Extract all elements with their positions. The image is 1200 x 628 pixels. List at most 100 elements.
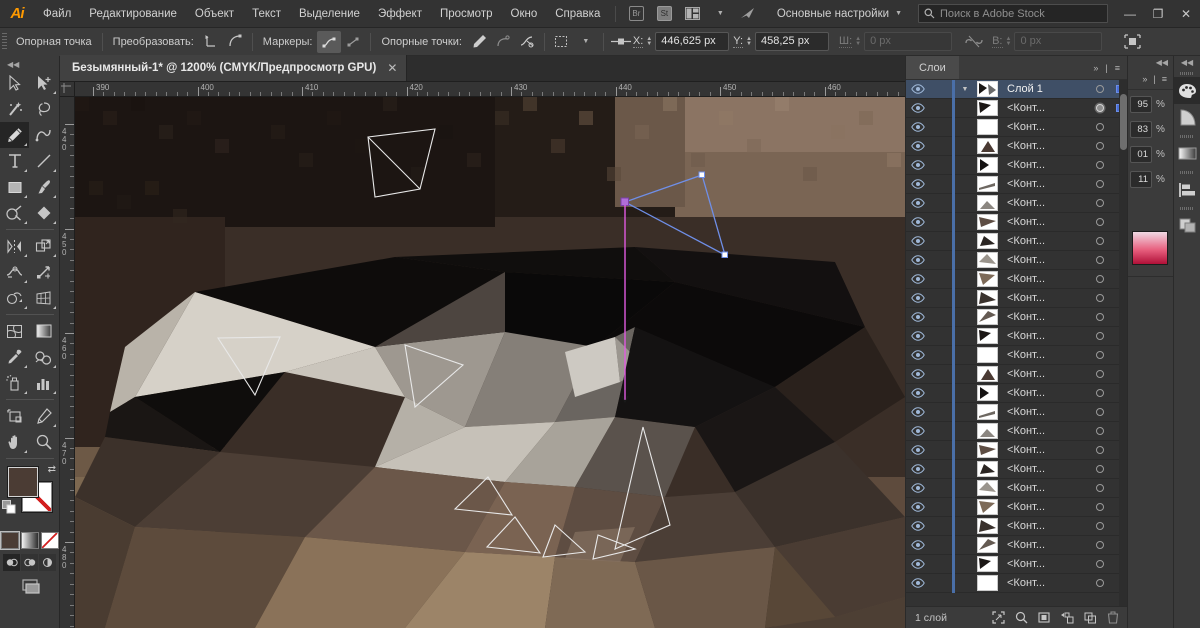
shaper-tool[interactable] bbox=[0, 200, 29, 226]
layer-row[interactable]: <Конт... bbox=[906, 364, 1128, 384]
width-tool[interactable] bbox=[0, 259, 29, 285]
hand-tool[interactable] bbox=[0, 429, 29, 455]
make-clipping-mask-button[interactable] bbox=[1033, 608, 1055, 628]
lasso-tool[interactable] bbox=[29, 96, 58, 122]
layer-row[interactable]: <Конт... bbox=[906, 98, 1128, 118]
close-icon[interactable]: ✕ bbox=[387, 62, 397, 74]
toolbar-collapse-icon[interactable]: ◀◀ bbox=[0, 58, 59, 70]
lock-toggle[interactable] bbox=[930, 175, 952, 194]
layer-row[interactable]: <Конт... bbox=[906, 478, 1128, 498]
gradient-swatch-button[interactable] bbox=[20, 532, 39, 549]
gradient-panel-icon[interactable] bbox=[1174, 140, 1200, 167]
selection-tool[interactable] bbox=[0, 70, 29, 96]
canvas-area[interactable]: 390 400 410 420 430 440 450 460 440 450 460 470 480 bbox=[60, 82, 905, 628]
menu-file[interactable]: Файл bbox=[34, 0, 80, 28]
target-indicator[interactable] bbox=[1088, 308, 1112, 327]
transform-each-icon[interactable] bbox=[1120, 31, 1144, 53]
visibility-eye-icon[interactable] bbox=[906, 441, 930, 460]
convert-to-corner-button[interactable] bbox=[199, 31, 223, 53]
lock-toggle[interactable] bbox=[930, 232, 952, 251]
layer-row[interactable]: <Конт... bbox=[906, 136, 1128, 156]
height-input[interactable]: 0 px bbox=[1014, 32, 1103, 51]
delete-selection-button[interactable] bbox=[1102, 608, 1124, 628]
swap-fill-stroke-icon[interactable]: ⇄ bbox=[48, 464, 56, 475]
visibility-eye-icon[interactable] bbox=[906, 308, 930, 327]
visibility-eye-icon[interactable] bbox=[906, 574, 930, 593]
direct-selection-tool[interactable] bbox=[29, 70, 58, 96]
visibility-eye-icon[interactable] bbox=[906, 213, 930, 232]
visibility-eye-icon[interactable] bbox=[906, 270, 930, 289]
height-stepper[interactable]: ▲ ▼ bbox=[1006, 36, 1012, 47]
visibility-eye-icon[interactable] bbox=[906, 175, 930, 194]
visibility-eye-icon[interactable] bbox=[906, 289, 930, 308]
target-indicator[interactable] bbox=[1088, 137, 1112, 156]
pen-tool[interactable] bbox=[0, 122, 29, 148]
options-bar-grip[interactable] bbox=[2, 32, 7, 51]
layer-row[interactable]: <Конт... bbox=[906, 383, 1128, 403]
lock-toggle[interactable] bbox=[930, 460, 952, 479]
lock-toggle[interactable] bbox=[930, 289, 952, 308]
color-value-row[interactable]: 95 % bbox=[1128, 93, 1173, 115]
symbol-sprayer-tool[interactable] bbox=[0, 370, 29, 396]
rotate-tool[interactable] bbox=[0, 233, 29, 259]
target-indicator[interactable] bbox=[1088, 441, 1112, 460]
target-indicator[interactable] bbox=[1088, 384, 1112, 403]
stock-search-input[interactable]: Поиск в Adobe Stock bbox=[918, 4, 1108, 23]
gradient-tool[interactable] bbox=[29, 318, 58, 344]
pathfinder-panel-icon[interactable] bbox=[1174, 212, 1200, 239]
visibility-eye-icon[interactable] bbox=[906, 232, 930, 251]
draw-behind-button[interactable] bbox=[21, 554, 38, 571]
visibility-eye-icon[interactable] bbox=[906, 80, 930, 99]
show-handles-button[interactable] bbox=[317, 30, 342, 53]
menu-edit[interactable]: Редактирование bbox=[80, 0, 186, 28]
color-spectrum-swatch[interactable] bbox=[1132, 231, 1168, 265]
layer-row[interactable]: <Конт... bbox=[906, 307, 1128, 327]
mesh-tool[interactable] bbox=[0, 318, 29, 344]
layer-row[interactable]: <Конт... bbox=[906, 269, 1128, 289]
visibility-eye-icon[interactable] bbox=[906, 118, 930, 137]
draw-inside-button[interactable] bbox=[39, 554, 56, 571]
layer-row[interactable]: <Конт... bbox=[906, 535, 1128, 555]
chevron-down-icon[interactable]: ▼ bbox=[955, 80, 975, 99]
lock-toggle[interactable] bbox=[930, 194, 952, 213]
document-tab[interactable]: Безымянный-1* @ 1200% (CMYK/Предпросмотр… bbox=[60, 55, 408, 81]
search-layers-button[interactable] bbox=[1010, 608, 1032, 628]
lock-toggle[interactable] bbox=[930, 403, 952, 422]
low-poly-eye-illustration[interactable] bbox=[75, 97, 905, 628]
layer-row[interactable]: <Конт... bbox=[906, 193, 1128, 213]
lock-toggle[interactable] bbox=[930, 308, 952, 327]
layer-row[interactable]: <Конт... bbox=[906, 554, 1128, 574]
target-indicator[interactable] bbox=[1088, 460, 1112, 479]
behance-icon[interactable] bbox=[736, 4, 760, 24]
visibility-eye-icon[interactable] bbox=[906, 536, 930, 555]
target-indicator[interactable] bbox=[1088, 289, 1112, 308]
height-field[interactable]: В: ▲ ▼ 0 px bbox=[992, 32, 1103, 51]
visibility-eye-icon[interactable] bbox=[906, 555, 930, 574]
layer-row[interactable]: <Конт... bbox=[906, 573, 1128, 593]
target-indicator[interactable] bbox=[1088, 99, 1112, 118]
visibility-eye-icon[interactable] bbox=[906, 384, 930, 403]
restore-button[interactable]: ❐ bbox=[1144, 0, 1172, 28]
layer-row[interactable]: <Конт... bbox=[906, 516, 1128, 536]
eraser-tool[interactable] bbox=[29, 200, 58, 226]
visibility-eye-icon[interactable] bbox=[906, 99, 930, 118]
type-tool[interactable] bbox=[0, 148, 29, 174]
y-input[interactable]: 458,25 px bbox=[755, 32, 829, 51]
lock-toggle[interactable] bbox=[930, 517, 952, 536]
color-value-c[interactable]: 95 bbox=[1130, 95, 1152, 113]
width-stepper[interactable]: ▲ ▼ bbox=[855, 36, 861, 47]
lock-toggle[interactable] bbox=[930, 422, 952, 441]
layer-row[interactable]: <Конт... bbox=[906, 497, 1128, 517]
curvature-tool[interactable] bbox=[29, 122, 58, 148]
target-indicator[interactable] bbox=[1088, 213, 1112, 232]
show-bounding-box-button[interactable] bbox=[550, 31, 574, 53]
visibility-eye-icon[interactable] bbox=[906, 403, 930, 422]
connect-anchors-button[interactable] bbox=[491, 31, 515, 53]
scrollbar-thumb[interactable] bbox=[1120, 94, 1127, 150]
horizontal-ruler[interactable]: 390 400 410 420 430 440 450 460 bbox=[60, 82, 905, 97]
visibility-eye-icon[interactable] bbox=[906, 460, 930, 479]
color-swatch-button[interactable] bbox=[0, 531, 20, 550]
lock-toggle[interactable] bbox=[930, 555, 952, 574]
x-input[interactable]: 446,625 px bbox=[655, 32, 730, 51]
color-value-row[interactable]: 83 % bbox=[1128, 118, 1173, 140]
